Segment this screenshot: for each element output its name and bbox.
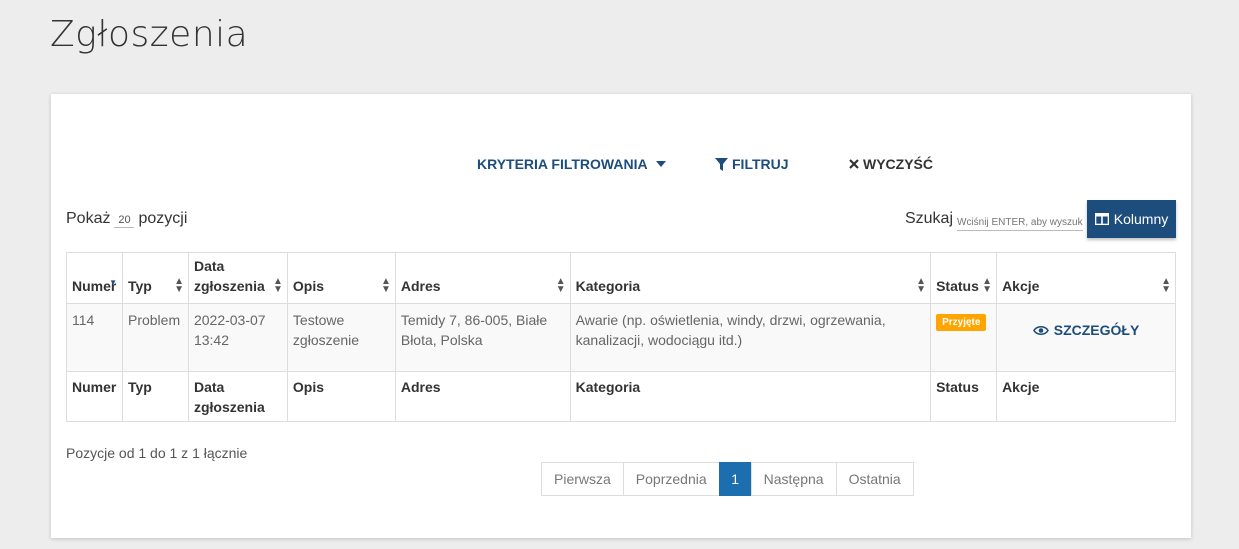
sort-desc-icon: ▼: [109, 278, 117, 287]
column-header-status[interactable]: Status ▲ ▼: [930, 252, 998, 304]
filter-icon: [715, 157, 728, 171]
page-title: Zgłoszenia: [50, 14, 249, 55]
show-suffix: pozycji: [138, 210, 188, 227]
sort-icon: ▲ ▼: [273, 276, 283, 295]
footer-akcje: Akcje: [996, 371, 1176, 422]
reports-table: Numer ▼ Typ ▲ ▼ Data zgłoszenia ▲ ▼ Opis ▲…: [66, 252, 1176, 422]
column-header-adres[interactable]: Adres ▲ ▼: [394, 252, 571, 304]
caret-down-icon: [655, 161, 666, 167]
footer-numer: Numer: [66, 371, 123, 422]
cell-numer: 114: [66, 303, 123, 372]
search-input[interactable]: [957, 215, 1083, 231]
footer-opis: Opis: [286, 371, 396, 422]
columns-button[interactable]: Kolumny: [1087, 200, 1176, 238]
sort-icon: ▲ ▼: [380, 276, 391, 295]
filter-bar: KRYTERIA FILTROWANIA FILTRUJ WYCZYŚĆ: [51, 156, 1191, 176]
cell-akcje: SZCZEGÓŁY: [996, 303, 1176, 372]
clear-button-label: WYCZYŚĆ: [863, 156, 933, 172]
details-button[interactable]: SZCZEGÓŁY: [1002, 310, 1170, 340]
page-size-control: Pokaż 20 pozycji: [66, 208, 187, 228]
table-footer-row: Numer Typ Data zgłoszenia Opis Adres Kat…: [66, 371, 1176, 422]
search-control: Szukaj Kolumny: [905, 200, 1176, 238]
footer-kategoria: Kategoria: [569, 371, 932, 422]
status-badge: Przyjęte: [936, 314, 987, 331]
column-header-numer[interactable]: Numer ▼: [66, 252, 123, 304]
footer-status: Status: [930, 371, 998, 422]
cell-data: 2022-03-07 13:42: [187, 303, 288, 372]
eye-icon: [1032, 325, 1049, 335]
column-header-akcje[interactable]: Akcje ▲ ▼: [996, 252, 1176, 304]
pagination-summary: Pozycje od 1 do 1 z 1 łącznie: [66, 445, 248, 461]
cell-status: Przyjęte: [930, 303, 998, 372]
sort-icon: ▲ ▼: [174, 276, 184, 295]
pagination: Pierwsza Poprzednia 1 Następna Ostatnia: [541, 462, 914, 496]
reports-card: KRYTERIA FILTROWANIA FILTRUJ WYCZYŚĆ Pok…: [51, 94, 1191, 538]
columns-button-label: Kolumny: [1113, 211, 1169, 227]
close-icon: [849, 159, 859, 169]
show-prefix: Pokaż: [66, 210, 111, 227]
page-first[interactable]: Pierwsza: [541, 462, 624, 496]
filter-button[interactable]: FILTRUJ: [715, 156, 789, 172]
page-current[interactable]: 1: [718, 462, 752, 496]
sort-icon: ▲ ▼: [555, 276, 566, 295]
column-header-kategoria[interactable]: Kategoria ▲ ▼: [569, 252, 932, 304]
page-prev[interactable]: Poprzednia: [622, 462, 720, 496]
table-header-row: Numer ▼ Typ ▲ ▼ Data zgłoszenia ▲ ▼ Opis ▲…: [66, 252, 1176, 304]
columns-icon: [1094, 213, 1109, 225]
column-header-data[interactable]: Data zgłoszenia ▲ ▼: [187, 252, 288, 304]
column-header-typ[interactable]: Typ ▲ ▼: [121, 252, 189, 304]
cell-adres: Temidy 7, 86-005, Białe Błota, Polska: [394, 303, 571, 372]
details-button-label: SZCZEGÓŁY: [1053, 322, 1140, 338]
clear-button[interactable]: WYCZYŚĆ: [849, 156, 933, 172]
sort-icon: ▲ ▼: [1161, 276, 1171, 295]
footer-adres: Adres: [394, 371, 571, 422]
cell-kategoria: Awarie (np. oświetlenia, windy, drzwi, o…: [569, 303, 932, 372]
footer-typ: Typ: [121, 371, 189, 422]
cell-opis: Testowe zgłoszenie: [286, 303, 396, 372]
filter-criteria-dropdown[interactable]: KRYTERIA FILTROWANIA: [477, 156, 666, 172]
page-next[interactable]: Następna: [750, 462, 837, 496]
page-size-select[interactable]: 20: [114, 214, 135, 228]
filter-criteria-label: KRYTERIA FILTROWANIA: [477, 156, 648, 172]
table-row: 114 Problem 2022-03-07 13:42 Testowe zgł…: [66, 303, 1176, 372]
cell-typ: Problem: [121, 303, 189, 372]
sort-icon: ▲ ▼: [982, 276, 993, 295]
column-header-opis[interactable]: Opis ▲ ▼: [286, 252, 396, 304]
search-label: Szukaj: [904, 210, 953, 227]
page-last[interactable]: Ostatnia: [835, 462, 914, 496]
sort-icon: ▲ ▼: [916, 276, 927, 295]
footer-data: Data zgłoszenia: [187, 371, 288, 422]
filter-button-label: FILTRUJ: [732, 156, 789, 172]
